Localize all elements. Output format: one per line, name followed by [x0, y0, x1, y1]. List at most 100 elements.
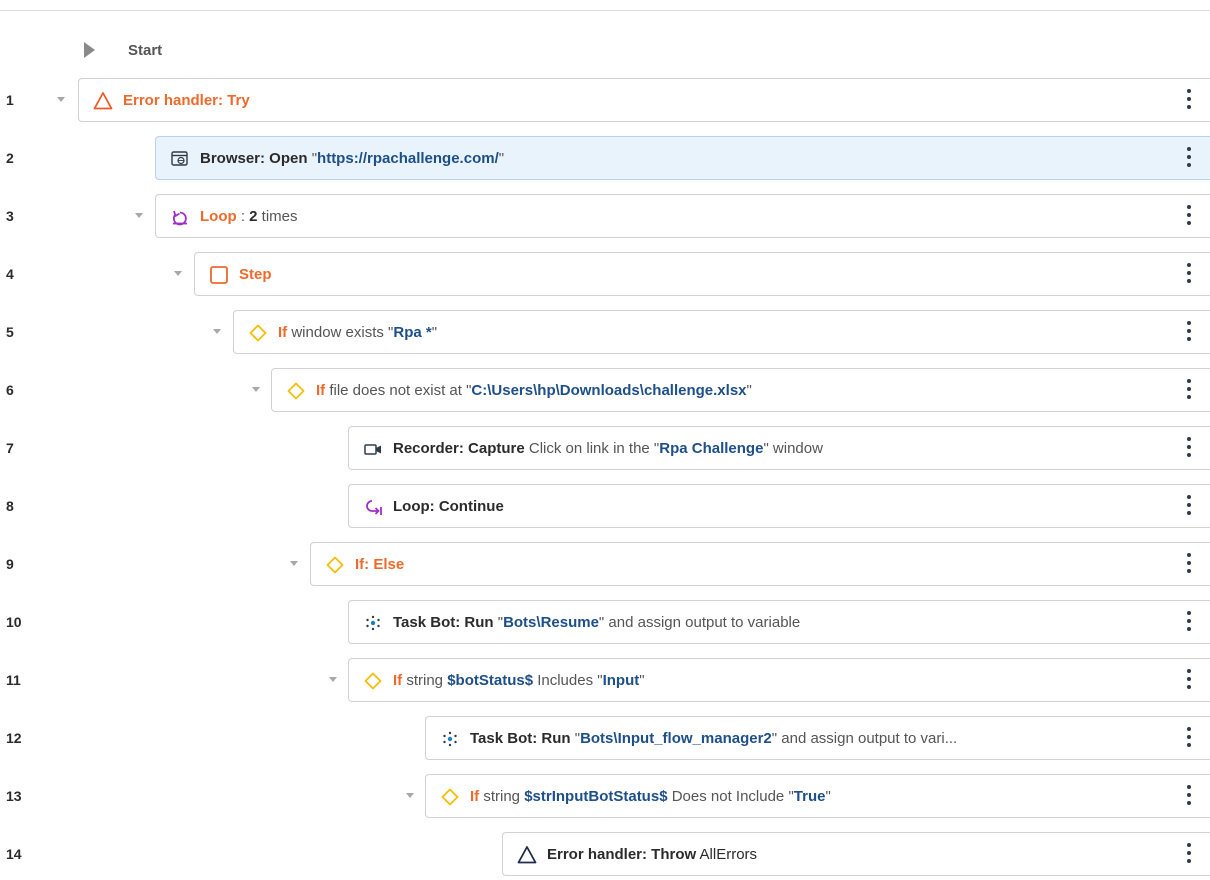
action-keyword: Error handler: Try: [123, 92, 250, 109]
action-row-4: 4 Step: [0, 250, 1210, 300]
action-keyword: If: Else: [355, 556, 405, 573]
more-options-icon[interactable]: [1186, 205, 1192, 229]
action-card-if-window-exists[interactable]: If window exists " Rpa * ": [233, 310, 1210, 354]
action-row-7: 7 Recorder: Capture Click on link in the…: [0, 424, 1210, 474]
collapse-caret-icon[interactable]: [57, 97, 65, 102]
action-row-11: 11 If string $botStatus$ Includes " Inpu…: [0, 656, 1210, 706]
top-border: [0, 0, 1210, 11]
action-row-6: 6 If file does not exist at " C:\Users\h…: [0, 366, 1210, 416]
loop-continue-icon: [363, 497, 383, 517]
action-card-if-file-not-exist[interactable]: If file does not exist at " C:\Users\hp\…: [271, 368, 1210, 412]
action-card-if-else[interactable]: If: Else: [310, 542, 1210, 586]
collapse-caret-icon[interactable]: [213, 329, 221, 334]
play-icon: [84, 42, 95, 58]
collapse-caret-icon[interactable]: [329, 677, 337, 682]
start-label: Start: [128, 42, 163, 59]
more-options-icon[interactable]: [1186, 785, 1192, 809]
action-text: ": [431, 324, 438, 341]
collapse-caret-icon[interactable]: [174, 271, 182, 276]
action-value: Rpa *: [393, 324, 432, 341]
action-text: string: [479, 788, 525, 805]
action-text: window exists ": [287, 324, 394, 341]
action-value: Bots\Input_flow_manager2: [580, 730, 772, 747]
if-diamond-icon: [286, 381, 306, 401]
action-text: Does not Include ": [667, 788, 794, 805]
more-options-icon[interactable]: [1186, 147, 1192, 171]
action-row-1: 1 Error handler: Try: [0, 76, 1210, 126]
more-options-icon[interactable]: [1186, 553, 1192, 577]
line-number: 11: [6, 672, 21, 688]
action-card-error-handler-try[interactable]: Error handler: Try: [78, 78, 1210, 122]
action-card-loop-continue[interactable]: Loop: Continue: [348, 484, 1210, 528]
line-number: 1: [6, 92, 14, 108]
action-keyword: Loop: [200, 208, 237, 225]
line-number: 10: [6, 614, 22, 630]
action-card-if-string-not-include[interactable]: If string $strInputBotStatus$ Does not I…: [425, 774, 1210, 818]
more-options-icon[interactable]: [1186, 495, 1192, 519]
more-options-icon[interactable]: [1186, 669, 1192, 693]
action-card-step[interactable]: Step: [194, 252, 1210, 296]
action-card-error-handler-throw[interactable]: Error handler: Throw AllErrors: [502, 832, 1210, 876]
more-options-icon[interactable]: [1186, 263, 1192, 287]
more-options-icon[interactable]: [1186, 89, 1192, 113]
line-number: 5: [6, 324, 14, 340]
action-keyword: Browser: Open: [200, 150, 308, 167]
action-text: ": [498, 150, 505, 167]
action-text: Click on link in the ": [524, 440, 660, 457]
action-card-browser-open[interactable]: Browser: Open " https://rpachallenge.com…: [155, 136, 1210, 180]
action-value: True: [793, 788, 826, 805]
collapse-caret-icon[interactable]: [135, 213, 143, 218]
action-text: string: [402, 672, 448, 689]
if-diamond-icon: [325, 555, 345, 575]
line-number: 14: [6, 846, 22, 862]
collapse-caret-icon[interactable]: [290, 561, 298, 566]
collapse-caret-icon[interactable]: [406, 793, 414, 798]
action-value: Rpa Challenge: [659, 440, 764, 457]
action-text: AllErrors: [696, 846, 758, 863]
start-node[interactable]: Start: [0, 36, 1210, 66]
action-text: Includes ": [533, 672, 603, 689]
action-row-14: 14 Error handler: Throw AllErrors: [0, 830, 1210, 880]
action-card-task-bot-input-flow[interactable]: Task Bot: Run " Bots\Input_flow_manager2…: [425, 716, 1210, 760]
action-card-loop[interactable]: Loop : 2 times: [155, 194, 1210, 238]
if-diamond-icon: [363, 671, 383, 691]
line-number: 9: [6, 556, 14, 572]
action-keyword: If: [393, 672, 403, 689]
more-options-icon[interactable]: [1186, 379, 1192, 403]
more-options-icon[interactable]: [1186, 437, 1192, 461]
if-diamond-icon: [248, 323, 268, 343]
line-number: 12: [6, 730, 22, 746]
action-row-2: 2 Browser: Open " https://rpachallenge.c…: [0, 134, 1210, 184]
action-text: ": [307, 150, 318, 167]
action-text: ": [746, 382, 752, 399]
action-value: 2: [249, 208, 258, 225]
more-options-icon[interactable]: [1186, 321, 1192, 345]
task-bot-icon: [440, 729, 460, 749]
action-value: C:\Users\hp\Downloads\challenge.xlsx: [471, 382, 747, 399]
action-row-13: 13 If string $strInputBotStatus$ Does no…: [0, 772, 1210, 822]
action-keyword: If: [470, 788, 480, 805]
action-text: ": [639, 672, 645, 689]
action-keyword: If: [316, 382, 326, 399]
more-options-icon[interactable]: [1186, 727, 1192, 751]
action-keyword: Recorder: Capture: [393, 440, 525, 457]
action-text: ": [493, 614, 504, 631]
warning-triangle-orange-icon: [93, 91, 113, 111]
action-card-if-string-includes[interactable]: If string $botStatus$ Includes " Input ": [348, 658, 1210, 702]
action-card-task-bot-resume[interactable]: Task Bot: Run " Bots\Resume " and assign…: [348, 600, 1210, 644]
more-options-icon[interactable]: [1186, 843, 1192, 867]
collapse-caret-icon[interactable]: [252, 387, 260, 392]
action-card-recorder-capture[interactable]: Recorder: Capture Click on link in the "…: [348, 426, 1210, 470]
action-row-5: 5 If window exists " Rpa * ": [0, 308, 1210, 358]
action-keyword: Error handler: Throw: [547, 846, 697, 863]
line-number: 4: [6, 266, 14, 282]
line-number: 3: [6, 208, 14, 224]
more-options-icon[interactable]: [1186, 611, 1192, 635]
action-text: :: [236, 208, 250, 225]
action-keyword: Task Bot: Run: [393, 614, 494, 631]
line-number: 6: [6, 382, 14, 398]
action-value: https://rpachallenge.com/: [317, 150, 499, 167]
action-text: " and assign output to variable: [598, 614, 801, 631]
line-number: 8: [6, 498, 14, 514]
action-keyword: Step: [239, 266, 272, 283]
